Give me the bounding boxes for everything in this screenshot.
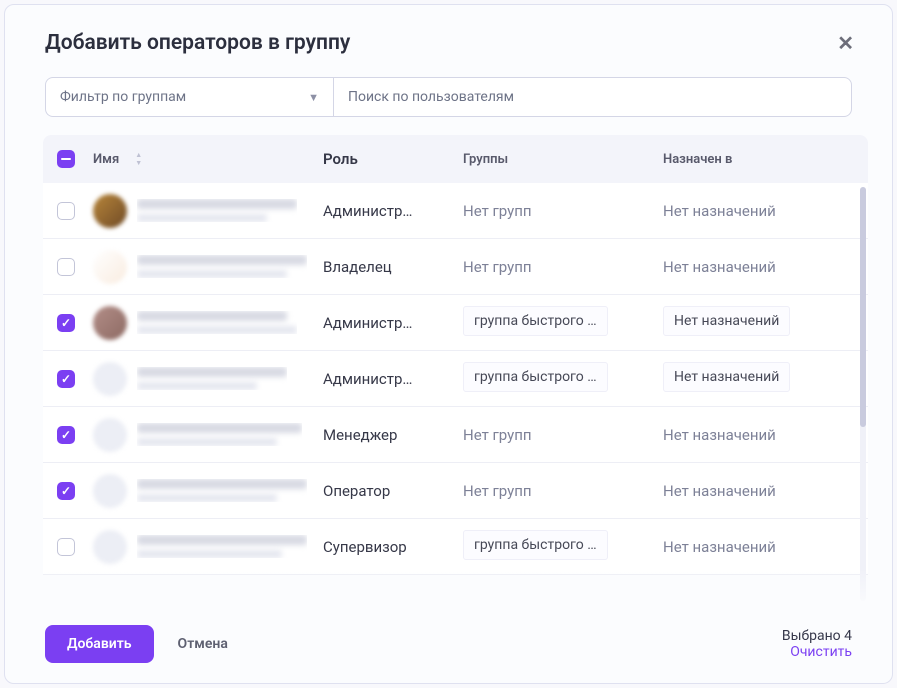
user-name — [137, 423, 302, 433]
selected-count: Выбрано 4 — [782, 628, 852, 644]
group-filter-label: Фильтр по группам — [60, 89, 186, 105]
user-name — [137, 311, 287, 321]
user-email — [137, 214, 267, 222]
user-name — [137, 367, 287, 377]
row-checkbox[interactable] — [57, 482, 75, 500]
user-name — [137, 255, 307, 265]
no-assign-label: Нет назначений — [663, 258, 776, 276]
user-name — [137, 199, 297, 209]
row-checkbox[interactable] — [57, 258, 75, 276]
group-filter-dropdown[interactable]: Фильтр по группам ▼ — [45, 77, 333, 117]
row-checkbox[interactable] — [57, 538, 75, 556]
operators-table: Имя ▲▼ Роль Группы Назначен в Администр…… — [43, 135, 868, 609]
role-cell: Оператор — [323, 482, 463, 500]
table-row: Администр…группа быстрого … Нет назначени… — [43, 351, 868, 407]
no-assign-label: Нет назначений — [663, 538, 776, 556]
col-name-header[interactable]: Имя — [93, 152, 119, 167]
user-name — [137, 535, 307, 545]
avatar — [93, 194, 127, 228]
table-header: Имя ▲▼ Роль Группы Назначен в — [43, 135, 868, 183]
col-groups-header: Группы — [463, 152, 663, 167]
no-groups-label: Нет групп — [463, 258, 532, 276]
table-row: Администр…группа быстрого … Нет назначени… — [43, 295, 868, 351]
row-checkbox[interactable] — [57, 370, 75, 388]
user-name — [137, 479, 307, 489]
avatar — [93, 306, 127, 340]
modal-header: Добавить операторов в группу ✕ — [5, 5, 892, 59]
group-chip: группа быстрого … — [463, 306, 608, 336]
no-groups-label: Нет групп — [463, 202, 532, 220]
bottom-fade — [43, 569, 868, 609]
close-button[interactable]: ✕ — [829, 27, 862, 59]
add-button[interactable]: Добавить — [45, 625, 154, 663]
user-email — [137, 438, 277, 446]
no-groups-label: Нет групп — [463, 426, 532, 444]
role-cell: Администр… — [323, 370, 463, 388]
user-email — [137, 326, 297, 334]
clear-selection-link[interactable]: Очистить — [782, 644, 852, 660]
modal-footer: Добавить Отмена Выбрано 4 Очистить — [5, 609, 892, 683]
no-assign-label: Нет назначений — [663, 482, 776, 500]
chevron-down-icon: ▼ — [308, 91, 319, 104]
scrollbar-thumb[interactable] — [860, 187, 866, 427]
avatar — [93, 474, 127, 508]
table-row: ВладелецНет групп Нет назначений — [43, 239, 868, 295]
table-row: Супервизоргруппа быстрого … Нет назначени… — [43, 519, 868, 575]
col-role-header: Роль — [323, 150, 463, 168]
cancel-button[interactable]: Отмена — [178, 636, 228, 652]
avatar — [93, 418, 127, 452]
table-row: МенеджерНет групп Нет назначений — [43, 407, 868, 463]
assigned-chip: Нет назначений — [663, 362, 790, 392]
avatar — [93, 362, 127, 396]
filter-bar: Фильтр по группам ▼ — [5, 59, 892, 117]
avatar — [93, 530, 127, 564]
role-cell: Менеджер — [323, 426, 463, 444]
no-assign-label: Нет назначений — [663, 426, 776, 444]
add-operators-modal: Добавить операторов в группу ✕ Фильтр по… — [4, 4, 893, 684]
row-checkbox[interactable] — [57, 314, 75, 332]
user-email — [137, 550, 282, 558]
user-email — [137, 270, 287, 278]
sort-icon[interactable]: ▲▼ — [135, 152, 142, 167]
select-all-checkbox[interactable] — [57, 150, 75, 168]
table-row: ОператорНет групп Нет назначений — [43, 463, 868, 519]
table-row: Администр…Нет групп Нет назначений — [43, 183, 868, 239]
no-assign-label: Нет назначений — [663, 202, 776, 220]
role-cell: Владелец — [323, 258, 463, 276]
assigned-chip: Нет назначений — [663, 306, 790, 336]
group-chip: группа быстрого … — [463, 530, 608, 560]
user-email — [137, 494, 277, 502]
role-cell: Супервизор — [323, 538, 463, 556]
row-checkbox[interactable] — [57, 426, 75, 444]
no-groups-label: Нет групп — [463, 482, 532, 500]
group-chip: группа быстрого … — [463, 362, 608, 392]
col-assigned-header: Назначен в — [663, 152, 868, 167]
role-cell: Администр… — [323, 202, 463, 220]
modal-title: Добавить операторов в группу — [45, 31, 350, 55]
role-cell: Администр… — [323, 314, 463, 332]
user-email — [137, 382, 257, 390]
avatar — [93, 250, 127, 284]
user-search-input[interactable] — [333, 77, 852, 117]
row-checkbox[interactable] — [57, 202, 75, 220]
